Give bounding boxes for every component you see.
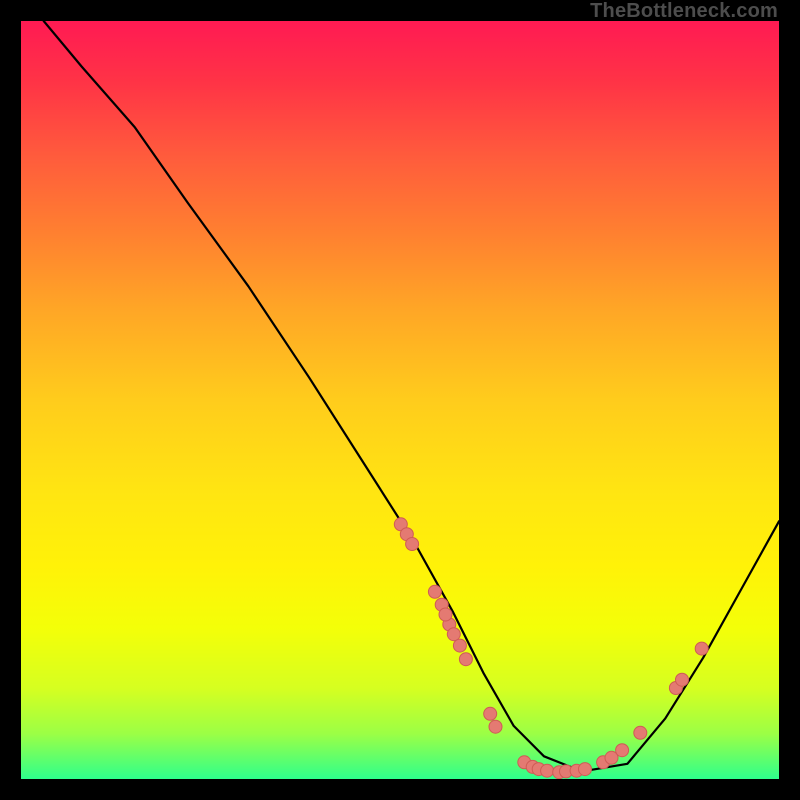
data-point xyxy=(439,608,452,621)
data-point xyxy=(570,764,583,777)
data-point xyxy=(453,639,466,652)
data-point xyxy=(579,763,592,776)
data-point xyxy=(447,628,460,641)
data-point xyxy=(560,765,573,778)
data-point xyxy=(400,528,413,541)
data-point xyxy=(541,764,554,777)
data-point xyxy=(443,618,456,631)
data-point xyxy=(489,720,502,733)
data-points-group xyxy=(394,518,708,779)
data-point xyxy=(459,653,472,666)
data-point xyxy=(394,518,407,531)
data-point xyxy=(676,673,689,686)
data-point xyxy=(553,766,566,779)
data-point xyxy=(532,763,545,776)
chart-plot-area xyxy=(21,21,779,779)
data-point xyxy=(428,585,441,598)
data-point xyxy=(616,744,629,757)
data-point xyxy=(695,642,708,655)
bottleneck-curve xyxy=(44,21,779,771)
chart-svg xyxy=(21,21,779,779)
data-point xyxy=(669,682,682,695)
data-point xyxy=(526,760,539,773)
data-point xyxy=(484,707,497,720)
data-point xyxy=(518,756,531,769)
data-point xyxy=(435,598,448,611)
data-point xyxy=(634,726,647,739)
data-point xyxy=(406,538,419,551)
data-point xyxy=(597,756,610,769)
data-point xyxy=(605,751,618,764)
attribution-text: TheBottleneck.com xyxy=(590,0,778,23)
